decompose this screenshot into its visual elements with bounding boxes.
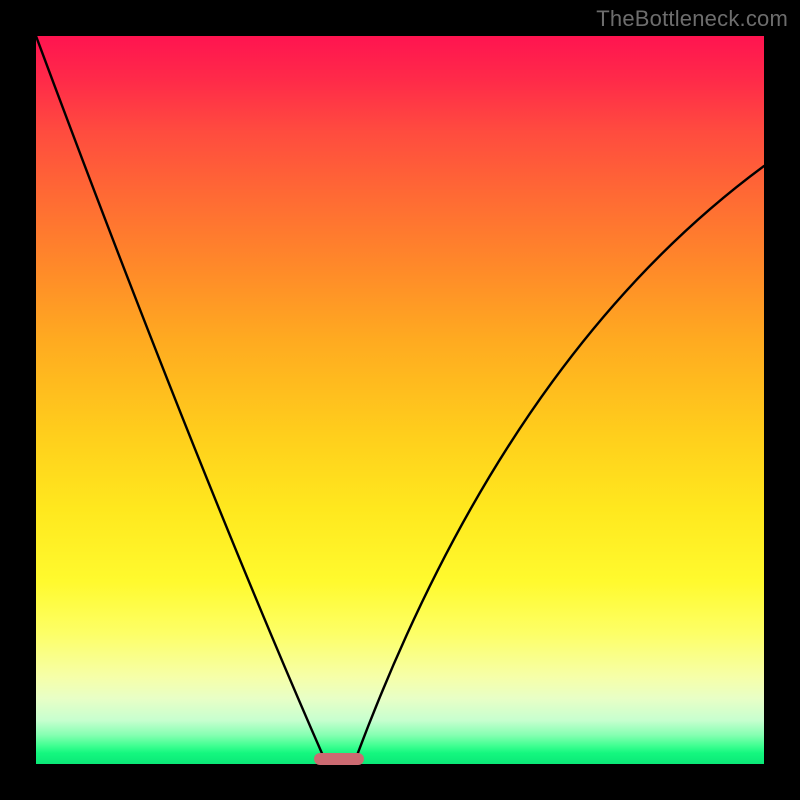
- curve-right-branch: [356, 166, 764, 758]
- watermark-text: TheBottleneck.com: [596, 6, 788, 32]
- bottleneck-marker: [314, 753, 364, 765]
- curve-left-branch: [36, 36, 324, 758]
- plot-area: [36, 36, 764, 764]
- bottleneck-curve: [36, 36, 764, 764]
- chart-canvas: TheBottleneck.com: [0, 0, 800, 800]
